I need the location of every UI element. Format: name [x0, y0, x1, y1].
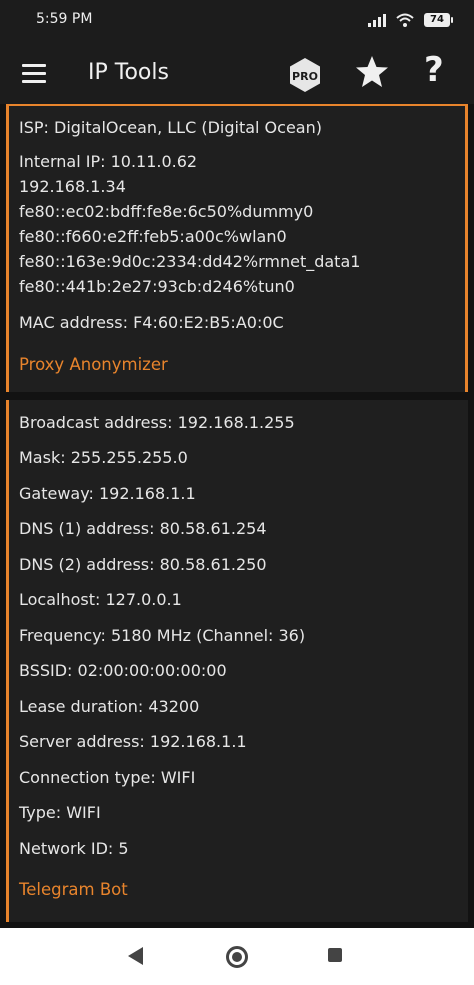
back-icon[interactable] — [128, 947, 143, 965]
gateway-label: Gateway: 192.168.1.1 — [19, 484, 196, 503]
app-bar: IP Tools PRO ? — [0, 40, 474, 104]
recent-apps-icon[interactable] — [328, 948, 342, 962]
telegram-bot-link[interactable]: Telegram Bot — [19, 880, 128, 899]
server-address-label: Server address: 192.168.1.1 — [19, 732, 247, 751]
lease-duration-label: Lease duration: 43200 — [19, 697, 200, 716]
network-info-card: ISP: DigitalOcean, LLC (Digital Ocean) I… — [6, 104, 468, 392]
wifi-icon — [396, 13, 414, 27]
dns1-label: DNS (1) address: 80.58.61.254 — [19, 519, 267, 538]
localhost-label: Localhost: 127.0.0.1 — [19, 590, 182, 609]
mac-address-label: MAC address: F4:60:E2:B5:A0:0C — [19, 313, 284, 332]
svg-text:PRO: PRO — [292, 70, 318, 83]
internal-ip-label: Internal IP: 10.11.0.62 — [19, 152, 198, 171]
isp-label: ISP: DigitalOcean, LLC (Digital Ocean) — [19, 118, 322, 137]
star-icon[interactable] — [354, 54, 390, 90]
type-label: Type: WIFI — [19, 803, 101, 822]
ip-address-line: fe80::163e:9d0c:2334:dd42%rmnet_data1 — [19, 252, 361, 271]
pro-icon[interactable]: PRO — [287, 57, 323, 93]
ip-address-line: fe80::f660:e2ff:feb5:a00c%wlan0 — [19, 227, 287, 246]
connection-details-card: Broadcast address: 192.168.1.255 Mask: 2… — [6, 400, 468, 922]
ip-address-line: fe80::ec02:bdff:fe8e:6c50%dummy0 — [19, 202, 314, 221]
broadcast-address-label: Broadcast address: 192.168.1.255 — [19, 413, 295, 432]
proxy-anonymizer-link[interactable]: Proxy Anonymizer — [19, 355, 168, 374]
ip-address-line: 192.168.1.34 — [19, 177, 126, 196]
status-time: 5:59 PM — [36, 11, 93, 27]
ip-address-line: fe80::441b:2e27:93cb:d246%tun0 — [19, 277, 295, 296]
menu-icon[interactable] — [22, 64, 46, 83]
battery-icon: 74 — [424, 13, 453, 27]
dns2-label: DNS (2) address: 80.58.61.250 — [19, 555, 267, 574]
signal-icon — [368, 13, 386, 27]
status-icons: 74 — [368, 12, 453, 28]
frequency-label: Frequency: 5180 MHz (Channel: 36) — [19, 626, 306, 645]
help-icon[interactable]: ? — [424, 50, 444, 90]
home-icon[interactable] — [226, 946, 248, 968]
bssid-label: BSSID: 02:00:00:00:00:00 — [19, 661, 227, 680]
app-title: IP Tools — [88, 60, 169, 85]
network-id-label: Network ID: 5 — [19, 839, 129, 858]
status-bar: 5:59 PM 74 — [0, 0, 474, 40]
connection-type-label: Connection type: WIFI — [19, 768, 196, 787]
navigation-bar — [0, 928, 474, 985]
mask-label: Mask: 255.255.255.0 — [19, 448, 188, 467]
